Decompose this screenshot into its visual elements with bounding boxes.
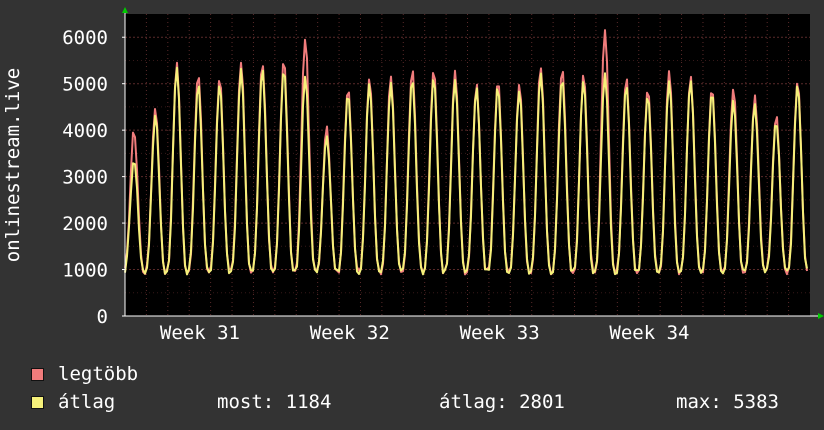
legend-swatch-avg (31, 395, 44, 409)
legend-swatch-max (31, 367, 44, 381)
y-tick-label: 3000 (62, 167, 108, 189)
legend-item-max: legtöbb (31, 363, 139, 385)
stat-now: most: 1184 (217, 391, 332, 413)
stat-avg: átlag: 2801 (439, 391, 565, 413)
legend-label-max: legtöbb (58, 363, 139, 385)
x-tick-label: Week 34 (609, 322, 689, 344)
x-tick-labels: Week 31 Week 32 Week 33 Week 34 (160, 322, 690, 344)
x-tick-label: Week 32 (310, 322, 390, 344)
y-tick-label: 6000 (62, 27, 108, 49)
x-tick-label: Week 31 (160, 322, 240, 344)
legend-item-avg: átlag (31, 391, 116, 413)
legend-label-avg: átlag (58, 391, 116, 413)
y-tick-label: 4000 (62, 120, 108, 142)
stat-max: max: 5383 (676, 391, 779, 413)
y-tick-label: 2000 (62, 213, 108, 235)
x-axis-arrow (818, 313, 824, 319)
x-tick-label: Week 33 (460, 322, 540, 344)
y-tick-label: 1000 (62, 260, 108, 282)
y-axis-arrow (122, 7, 128, 13)
y-axis-label: onlinestream.live (2, 68, 24, 262)
y-tick-label: 0 (97, 306, 108, 328)
y-tick-label: 5000 (62, 74, 108, 96)
y-tick-labels: 0 1000 2000 3000 4000 5000 6000 (62, 27, 108, 328)
